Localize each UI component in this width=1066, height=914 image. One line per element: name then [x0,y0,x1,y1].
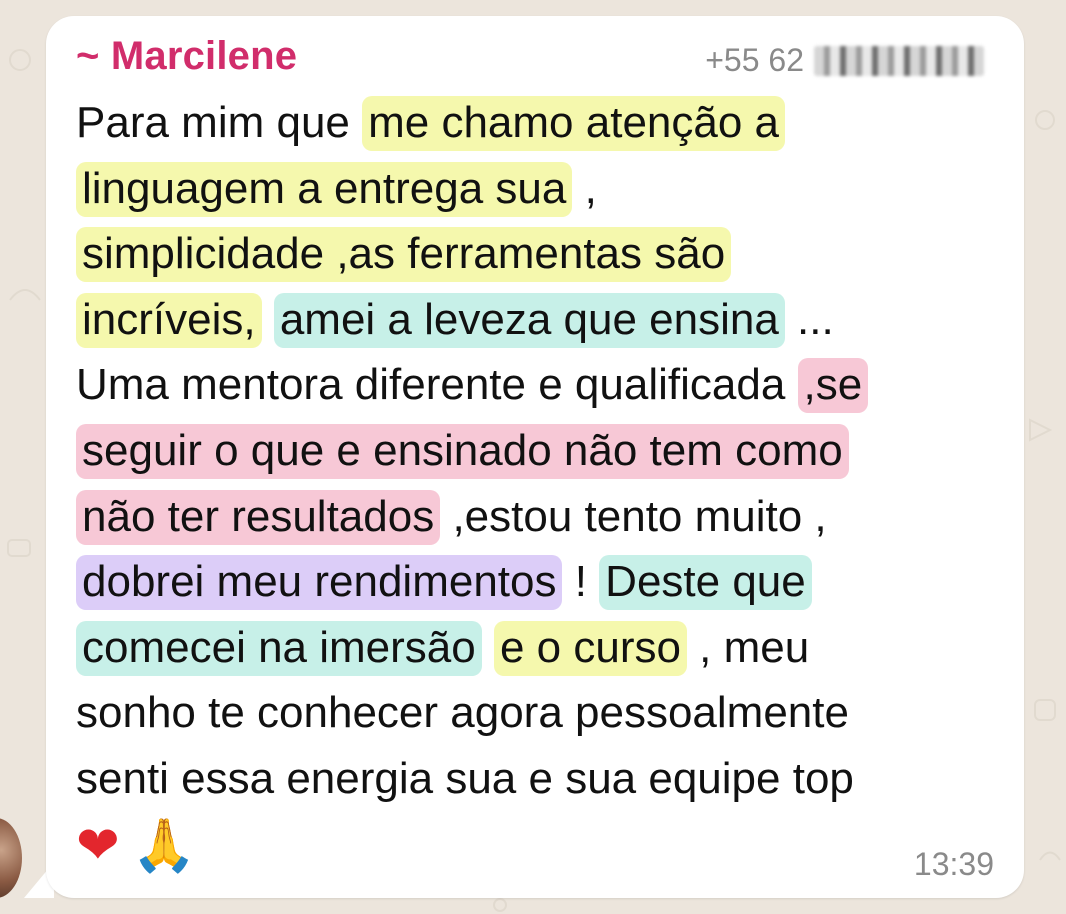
highlight-pink: seguir o que e ensinado não tem como [76,423,849,479]
highlight-pink: não ter resultados [76,489,441,545]
highlight-teal: comecei na imersão [76,620,482,676]
sender-phone: +55 62 [705,42,984,79]
message-line: simplicidade ,as ferramentas são [76,221,1006,287]
message-line: dobrei meu rendimentos ! Deste que [76,549,1006,615]
message-line: Uma mentora diferente e qualificada ,se [76,352,1006,418]
message-timestamp: 13:39 [913,846,994,882]
message-line: senti essa energia sua e sua equipe top [76,746,1006,812]
text-segment: senti essa energia sua e sua equipe top [76,753,854,803]
message-line: incríveis, amei a leveza que ensina ... [76,287,1006,353]
highlight-yellow: e o curso [493,620,687,676]
message-line: seguir o que e ensinado não tem como [76,418,1006,484]
text-segment [262,295,274,344]
text-segment: ,estou tento muito , [440,491,827,541]
message-line: comecei na imersão e o curso , meu [76,615,1006,681]
heart-icon: ❤ [76,816,120,876]
text-segment: ... [784,294,834,344]
praying-hands-icon: 🙏 [131,816,197,876]
highlight-teal: Deste que [599,555,812,611]
message-line: sonho te conhecer agora pessoalmente [76,680,1006,746]
emoji-row: ❤ 🙏 [76,816,196,876]
highlight-purple: dobrei meu rendimentos [76,555,563,611]
highlight-yellow: me chamo atenção a [362,96,786,151]
sender-name[interactable]: ~ Marcilene [76,34,297,79]
message-line: linguagem a entrega sua , [76,156,1006,222]
text-segment: , meu [686,622,810,672]
phone-prefix: +55 62 [705,42,804,78]
message-line: não ter resultados ,estou tento muito , [76,484,1006,550]
highlight-teal: amei a leveza que ensina [273,292,785,348]
text-segment: , [572,163,597,213]
highlight-yellow: linguagem a entrega sua [76,161,573,217]
text-segment: sonho te conhecer agora pessoalmente [76,688,849,738]
text-segment [482,623,494,672]
text-segment: Para mim que [76,98,363,147]
text-segment: Uma mentora diferente e qualificada [76,360,798,410]
highlight-pink: ,se [797,358,869,414]
message-line: Para mim que me chamo atenção a [76,90,1006,156]
message-bubble[interactable]: ~ Marcilene +55 62 Para mim que me chamo… [46,16,1024,898]
redacted-phone-digits [814,45,984,76]
highlight-yellow: simplicidade ,as ferramentas são [76,227,732,283]
highlight-yellow: incríveis, [76,292,262,348]
message-text[interactable]: Para mim que me chamo atenção a linguagem… [76,90,1006,812]
text-segment: ! [562,557,600,607]
